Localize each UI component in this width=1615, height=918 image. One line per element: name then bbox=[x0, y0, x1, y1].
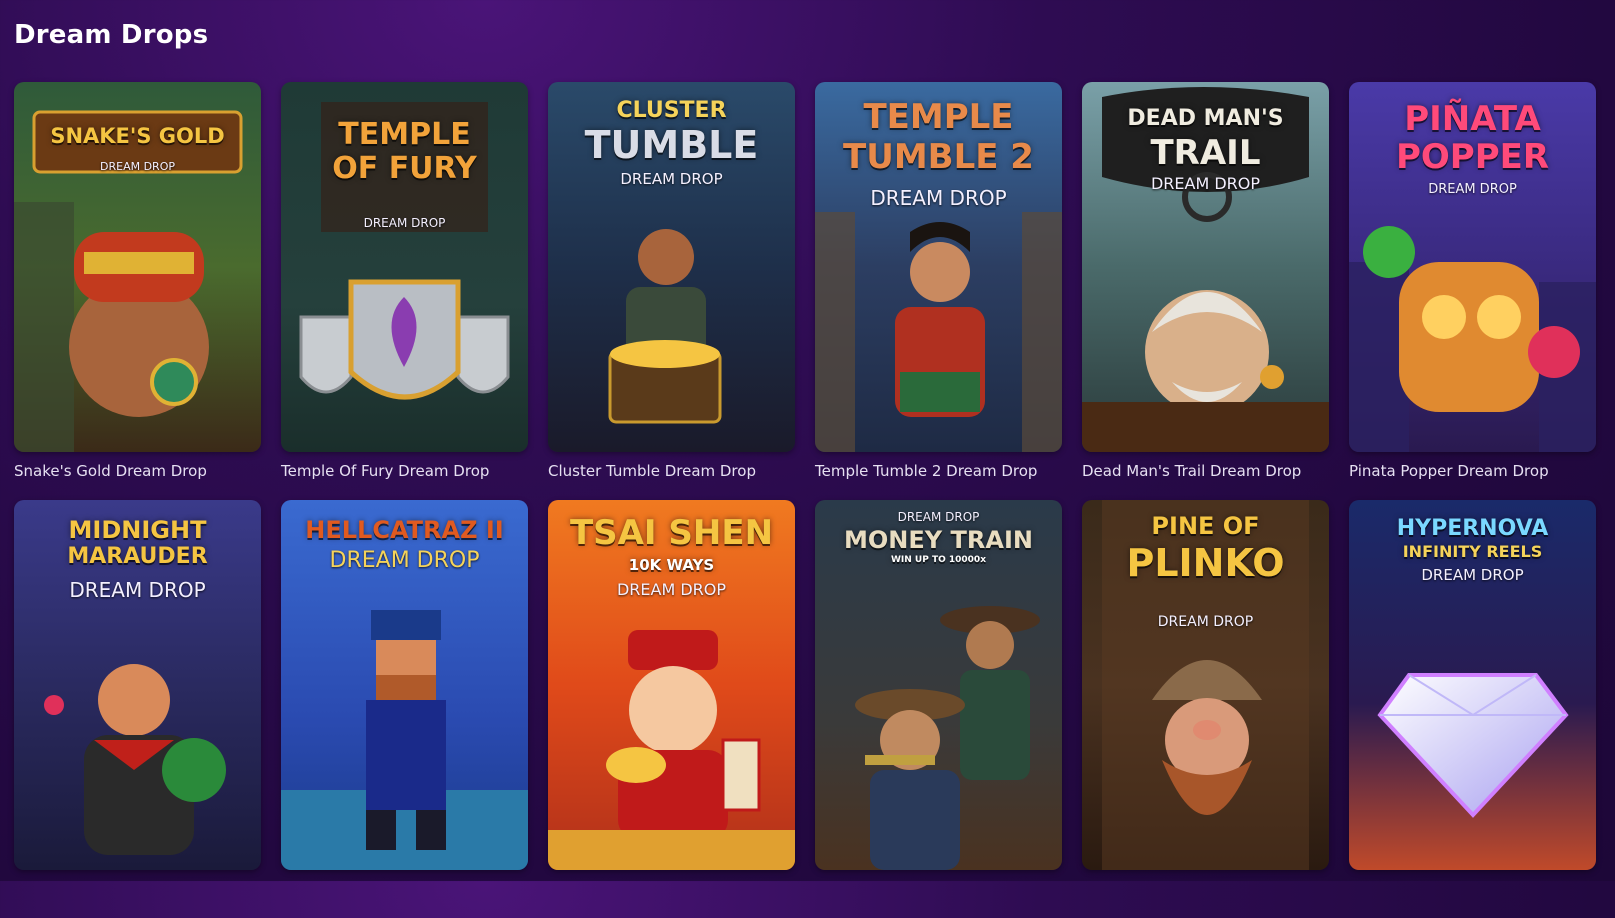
game-logo: SNAKE'S GOLD bbox=[50, 124, 225, 148]
game-tile-hypernova-infinity-reels[interactable]: HYPERNOVA INFINITY REELS DREAM DROP bbox=[1349, 500, 1596, 918]
game-tile-midnight-marauder[interactable]: MIDNIGHT MARAUDER DREAM DROP bbox=[14, 500, 261, 918]
game-title[interactable]: Pinata Popper Dream Drop bbox=[1349, 462, 1596, 480]
game-title[interactable]: Dead Man's Trail Dream Drop bbox=[1082, 462, 1329, 480]
game-logo-line2: OF FURY bbox=[332, 151, 477, 186]
game-thumbnail[interactable]: MIDNIGHT MARAUDER DREAM DROP bbox=[14, 500, 261, 870]
game-logo: PINE OF bbox=[1151, 512, 1260, 540]
dream-drop-badge: DREAM DROP bbox=[870, 186, 1007, 210]
game-thumbnail[interactable]: SNAKE'S GOLD DREAM DROP bbox=[14, 82, 261, 452]
game-tile-money-train-origins[interactable]: DREAM DROP MONEY TRAIN WIN UP TO 10000x bbox=[815, 500, 1062, 918]
game-grid: SNAKE'S GOLD DREAM DROP Snake's Gold Dre… bbox=[14, 82, 1610, 918]
game-tile-pine-of-plinko[interactable]: PINE OF PLINKO DREAM DROP bbox=[1082, 500, 1329, 918]
game-title[interactable]: Temple Of Fury Dream Drop bbox=[281, 462, 528, 480]
game-thumbnail[interactable]: CLUSTER TUMBLE DREAM DROP bbox=[548, 82, 795, 452]
section-title: Dream Drops bbox=[14, 20, 209, 50]
game-logo: DEAD MAN'S bbox=[1127, 106, 1284, 131]
game-logo-line2: POPPER bbox=[1395, 137, 1550, 177]
game-logo-line2: 10K WAYS bbox=[628, 556, 715, 574]
game-title[interactable]: Temple Tumble 2 Dream Drop bbox=[815, 462, 1062, 480]
game-tile-tsai-shen[interactable]: TSAI SHEN 10K WAYS DREAM DROP bbox=[548, 500, 795, 918]
game-thumbnail[interactable]: PINE OF PLINKO DREAM DROP bbox=[1082, 500, 1329, 870]
game-tile-temple-tumble-2[interactable]: TEMPLE TUMBLE 2 DREAM DROP Temple Tumble… bbox=[815, 82, 1062, 500]
game-logo-line2: TRAIL bbox=[1150, 133, 1261, 173]
dream-drop-badge: DREAM DROP bbox=[329, 548, 480, 573]
game-logo-line2: WIN UP TO 10000x bbox=[890, 555, 987, 565]
dream-drop-badge: DREAM DROP bbox=[363, 216, 446, 230]
game-logo-line2: INFINITY REELS bbox=[1402, 542, 1543, 561]
game-logo-line2: PLINKO bbox=[1126, 541, 1285, 585]
game-logo: TEMPLE bbox=[338, 117, 471, 152]
game-logo: HELLCATRAZ II bbox=[305, 516, 504, 544]
game-logo: CLUSTER bbox=[616, 98, 727, 123]
game-logo: PIÑATA bbox=[1404, 99, 1541, 139]
game-thumbnail[interactable]: TSAI SHEN 10K WAYS DREAM DROP bbox=[548, 500, 795, 870]
game-tile-pinata-popper[interactable]: PIÑATA POPPER DREAM DROP Pinata Popper D… bbox=[1349, 82, 1596, 500]
game-thumbnail[interactable]: DREAM DROP MONEY TRAIN WIN UP TO 10000x bbox=[815, 500, 1062, 870]
game-logo: TEMPLE bbox=[863, 97, 1014, 137]
game-thumbnail[interactable]: TEMPLE TUMBLE 2 DREAM DROP bbox=[815, 82, 1062, 452]
game-tile-snakes-gold[interactable]: SNAKE'S GOLD DREAM DROP Snake's Gold Dre… bbox=[14, 82, 261, 500]
game-tile-hellcatraz-2[interactable]: HELLCATRAZ II DREAM DROP bbox=[281, 500, 528, 918]
game-logo: HYPERNOVA bbox=[1396, 516, 1549, 541]
game-logo-line2: MARAUDER bbox=[67, 544, 208, 569]
dream-drop-badge: DREAM DROP bbox=[1157, 614, 1254, 630]
dream-drop-badge: DREAM DROP bbox=[616, 580, 727, 599]
game-thumbnail[interactable]: HELLCATRAZ II DREAM DROP bbox=[281, 500, 528, 870]
game-logo: MIDNIGHT bbox=[68, 516, 207, 544]
game-tile-dead-mans-trail[interactable]: DEAD MAN'S TRAIL DREAM DROP Dead Man's T… bbox=[1082, 82, 1329, 500]
dream-drop-badge: DREAM DROP bbox=[100, 160, 175, 173]
dream-drop-badge: DREAM DROP bbox=[1421, 566, 1524, 584]
dream-drop-badge: DREAM DROP bbox=[1428, 182, 1517, 197]
game-tile-cluster-tumble[interactable]: CLUSTER TUMBLE DREAM DROP Cluster Tumble… bbox=[548, 82, 795, 500]
game-thumbnail[interactable]: HYPERNOVA INFINITY REELS DREAM DROP bbox=[1349, 500, 1596, 870]
game-logo: MONEY TRAIN bbox=[844, 526, 1033, 554]
game-logo-line2: TUMBLE bbox=[584, 123, 759, 167]
dream-drop-badge: DREAM DROP bbox=[897, 510, 980, 524]
game-thumbnail[interactable]: DEAD MAN'S TRAIL DREAM DROP bbox=[1082, 82, 1329, 452]
game-tile-temple-of-fury[interactable]: TEMPLE OF FURY DREAM DROP Temple Of Fury… bbox=[281, 82, 528, 500]
game-title[interactable]: Snake's Gold Dream Drop bbox=[14, 462, 261, 480]
dream-drop-badge: DREAM DROP bbox=[620, 170, 723, 188]
game-logo: TSAI SHEN bbox=[569, 513, 774, 553]
dream-drop-badge: DREAM DROP bbox=[69, 578, 206, 602]
game-thumbnail[interactable]: TEMPLE OF FURY DREAM DROP bbox=[281, 82, 528, 452]
dream-drop-badge: DREAM DROP bbox=[1150, 174, 1261, 193]
game-title[interactable]: Cluster Tumble Dream Drop bbox=[548, 462, 795, 480]
game-thumbnail[interactable]: PIÑATA POPPER DREAM DROP bbox=[1349, 82, 1596, 452]
game-logo-line2: TUMBLE 2 bbox=[843, 137, 1034, 177]
